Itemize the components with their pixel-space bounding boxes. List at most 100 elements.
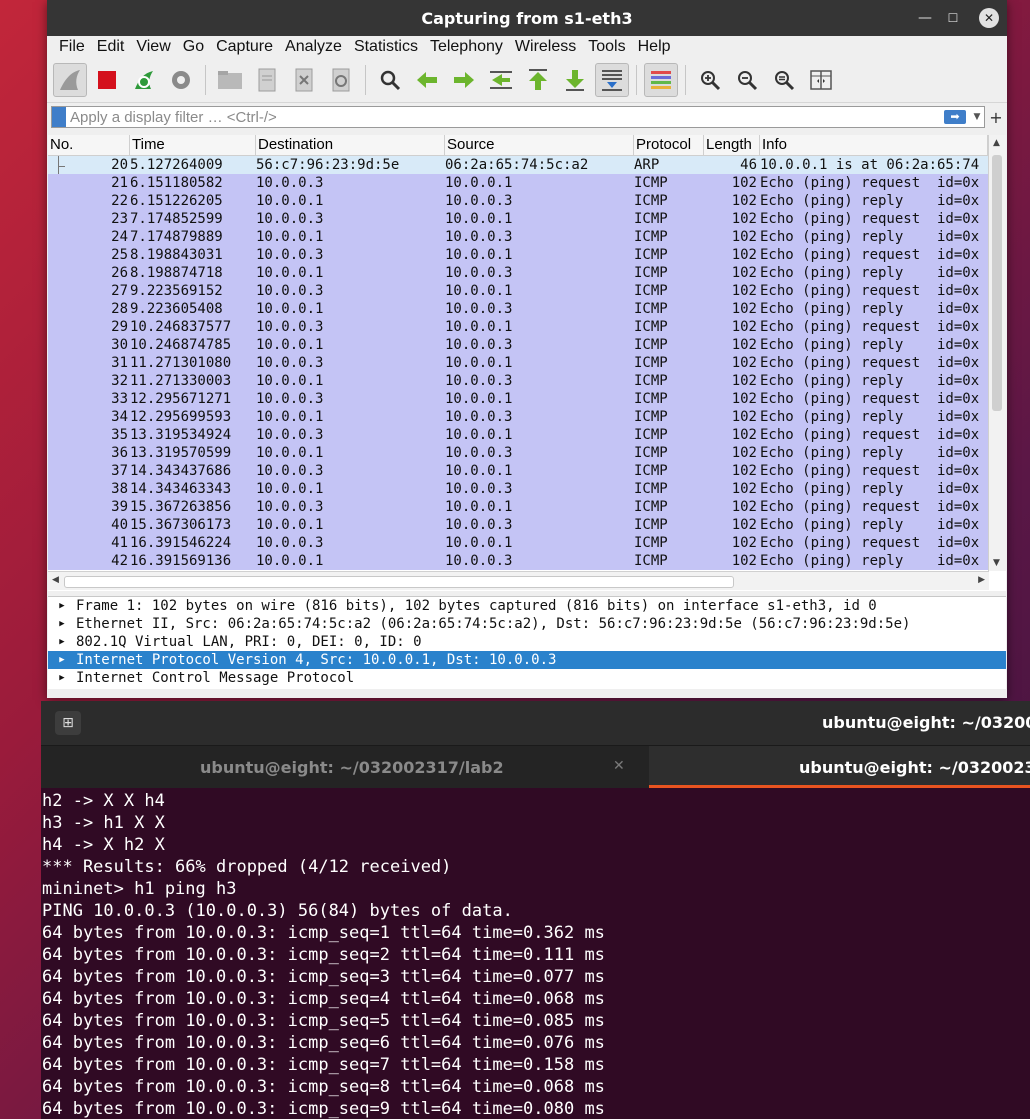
- start-capture-button[interactable]: [53, 63, 87, 97]
- apply-filter-arrow-icon[interactable]: ➡: [944, 110, 966, 124]
- packet-row[interactable]: 29 10.246837577 10.0.0.3 10.0.0.1 ICMP 102 Ech…: [48, 156, 988, 336]
- horizontal-scrollbar[interactable]: ◀ ▶: [48, 571, 989, 590]
- menu-telephony[interactable]: Telephony: [424, 38, 509, 56]
- menu-statistics[interactable]: Statistics: [348, 38, 424, 56]
- detail-tree-item[interactable]: ▶ 802.1Q Virtual LAN, PRI: 0, DEI: 0, ID:…: [48, 633, 1006, 651]
- packet-row[interactable]: 32 11.271330003 10.0.0.1 10.0.0.3 ICMP 102 Ech…: [48, 156, 988, 390]
- menu-wireless[interactable]: Wireless: [509, 38, 582, 56]
- column-header-length[interactable]: Length: [704, 135, 760, 155]
- detail-tree-item[interactable]: ▶ Frame 1: 102 bytes on wire (816 bits), …: [48, 597, 1006, 615]
- detail-tree-item[interactable]: ▶ Ethernet II, Src: 06:2a:65:74:5c:a2 (06…: [48, 615, 1006, 633]
- packet-row[interactable]: 41 16.391546224 10.0.0.3 10.0.0.1 ICMP 102 Ech…: [48, 156, 988, 552]
- column-header-time[interactable]: Time: [130, 135, 256, 155]
- terminal-tab-lab2[interactable]: ubuntu@eight: ~/032002317/lab2 ✕: [41, 746, 649, 788]
- last-packet-button[interactable]: [558, 63, 592, 97]
- packet-row[interactable]: 35 13.319534924 10.0.0.3 10.0.0.1 ICMP 102 Ech…: [48, 156, 988, 444]
- close-tab-icon[interactable]: ✕: [613, 758, 625, 774]
- chevron-down-icon[interactable]: ▼: [970, 112, 984, 122]
- vertical-scroll-thumb[interactable]: [992, 155, 1002, 411]
- expand-arrow-icon[interactable]: ▶: [48, 669, 76, 687]
- column-header-info[interactable]: Info: [760, 135, 988, 155]
- terminal-output[interactable]: h2 -> X X h4 h3 -> h1 X Xh4 -> X h2 X *** …: [42, 790, 605, 1119]
- packet-row[interactable]: 37 14.343437686 10.0.0.3 10.0.0.1 ICMP 102 Ech…: [48, 156, 988, 480]
- zoom-out-button[interactable]: [730, 63, 764, 97]
- reload-file-button[interactable]: [324, 63, 358, 97]
- new-tab-icon[interactable]: ⊞: [55, 711, 81, 735]
- go-to-packet-button[interactable]: [484, 63, 518, 97]
- column-header-no[interactable]: No.: [48, 135, 130, 155]
- packet-row[interactable]: 27 9.223569152 10.0.0.3 10.0.0.1 ICMP 102 Echo…: [48, 156, 988, 300]
- go-forward-button[interactable]: [447, 63, 481, 97]
- save-file-button[interactable]: [250, 63, 284, 97]
- go-back-button[interactable]: [410, 63, 444, 97]
- packet-row[interactable]: 22 6.151226205 10.0.0.1 10.0.0.3 ICMP 102 Echo…: [48, 156, 988, 210]
- column-header-destination[interactable]: Destination: [256, 135, 445, 155]
- terminal-tab-active[interactable]: ubuntu@eight: ~/03200231: [649, 746, 1030, 788]
- detail-tree-item[interactable]: ▶ Internet Control Message Protocol: [48, 669, 1006, 687]
- packet-row[interactable]: 34 12.295699593 10.0.0.1 10.0.0.3 ICMP 102 Ech…: [48, 156, 988, 426]
- menu-file[interactable]: File: [53, 38, 91, 56]
- packet-row[interactable]: 38 14.343463343 10.0.0.1 10.0.0.3 ICMP 102 Ech…: [48, 156, 988, 498]
- packet-time: 14.343463343: [130, 481, 232, 497]
- normal-size-button[interactable]: [767, 63, 801, 97]
- packet-row[interactable]: 24 7.174879889 10.0.0.1 10.0.0.3 ICMP 102 Echo…: [48, 156, 988, 246]
- menu-go[interactable]: Go: [177, 38, 210, 56]
- packet-row[interactable]: 28 9.223605408 10.0.0.1 10.0.0.3 ICMP 102 Echo…: [48, 156, 988, 318]
- packet-length: 102: [731, 553, 757, 569]
- packet-row[interactable]: 40 15.367306173 10.0.0.1 10.0.0.3 ICMP 102 Ech…: [48, 156, 988, 534]
- menu-view[interactable]: View: [130, 38, 176, 56]
- packet-destination: 10.0.0.1: [256, 193, 324, 209]
- menu-capture[interactable]: Capture: [210, 38, 279, 56]
- scroll-left-icon[interactable]: ◀: [52, 575, 59, 585]
- zoom-in-button[interactable]: [693, 63, 727, 97]
- resize-columns-button[interactable]: [804, 63, 838, 97]
- packet-row[interactable]: 31 11.271301080 10.0.0.3 10.0.0.1 ICMP 102 Ech…: [48, 156, 988, 372]
- menu-analyze[interactable]: Analyze: [279, 38, 348, 56]
- vertical-scrollbar[interactable]: ▲ ▼: [988, 135, 1006, 571]
- close-icon[interactable]: ✕: [979, 8, 999, 28]
- packet-row[interactable]: 23 7.174852599 10.0.0.3 10.0.0.1 ICMP 102 Echo…: [48, 156, 988, 228]
- expand-arrow-icon[interactable]: ▶: [48, 597, 76, 615]
- maximize-icon[interactable]: ☐: [943, 8, 963, 28]
- add-filter-button-plus-icon[interactable]: +: [985, 108, 1007, 127]
- expand-arrow-icon[interactable]: ▶: [48, 615, 76, 633]
- terminal-titlebar[interactable]: ⊞ ubuntu@eight: ~/032002: [41, 701, 1030, 745]
- column-header-protocol[interactable]: Protocol: [634, 135, 704, 155]
- wireshark-titlebar[interactable]: Capturing from s1-eth3 — ☐ ✕: [47, 0, 1007, 36]
- display-filter-input[interactable]: [70, 108, 944, 126]
- menu-tools[interactable]: Tools: [582, 38, 631, 56]
- scroll-down-icon[interactable]: ▼: [993, 558, 1000, 568]
- first-packet-button[interactable]: [521, 63, 555, 97]
- capture-options-button[interactable]: [164, 63, 198, 97]
- menu-edit[interactable]: Edit: [91, 38, 131, 56]
- expand-arrow-icon[interactable]: ▶: [48, 651, 76, 669]
- packet-destination: 10.0.0.1: [256, 553, 324, 569]
- packet-row[interactable]: 20 5.127264009 56:c7:96:23:9d:5e 06:2a:65:7…: [48, 156, 988, 174]
- horizontal-scroll-thumb[interactable]: [64, 576, 734, 588]
- detail-tree-item[interactable]: ▶ Internet Protocol Version 4, Src: 10.0.…: [48, 651, 1006, 669]
- packet-row[interactable]: 36 13.319570599 10.0.0.1 10.0.0.3 ICMP 102 Ech…: [48, 156, 988, 462]
- packet-row[interactable]: 21 6.151180582 10.0.0.3 10.0.0.1 ICMP 102 Echo…: [48, 156, 988, 192]
- packet-row[interactable]: 30 10.246874785 10.0.0.1 10.0.0.3 ICMP 102 Ech…: [48, 156, 988, 354]
- column-header-source[interactable]: Source: [445, 135, 634, 155]
- scroll-right-icon[interactable]: ▶: [978, 575, 985, 585]
- expand-arrow-icon[interactable]: ▶: [48, 633, 76, 651]
- restart-capture-button[interactable]: [127, 63, 161, 97]
- packet-length: 102: [731, 211, 757, 227]
- packet-row[interactable]: 25 8.198843031 10.0.0.3 10.0.0.1 ICMP 102 Echo…: [48, 156, 988, 264]
- packet-row[interactable]: 39 15.367263856 10.0.0.3 10.0.0.1 ICMP 102 Ech…: [48, 156, 988, 516]
- colorize-button[interactable]: [644, 63, 678, 97]
- find-packet-button[interactable]: [373, 63, 407, 97]
- menu-help[interactable]: Help: [632, 38, 677, 56]
- packet-row[interactable]: 42 16.391569136 10.0.0.1 10.0.0.3 ICMP 102 Ech…: [48, 156, 988, 570]
- autoscroll-button[interactable]: [595, 63, 629, 97]
- close-file-button[interactable]: [287, 63, 321, 97]
- stop-capture-button[interactable]: [90, 63, 124, 97]
- scroll-up-icon[interactable]: ▲: [993, 138, 1000, 148]
- minimize-icon[interactable]: —: [915, 8, 935, 28]
- packet-row[interactable]: 26 8.198874718 10.0.0.1 10.0.0.3 ICMP 102 Echo…: [48, 156, 988, 282]
- packet-row[interactable]: 33 12.295671271 10.0.0.3 10.0.0.1 ICMP 102 Ech…: [48, 156, 988, 408]
- bookmark-icon[interactable]: [52, 107, 66, 127]
- open-file-button[interactable]: [213, 63, 247, 97]
- packet-destination: 10.0.0.1: [256, 337, 324, 353]
